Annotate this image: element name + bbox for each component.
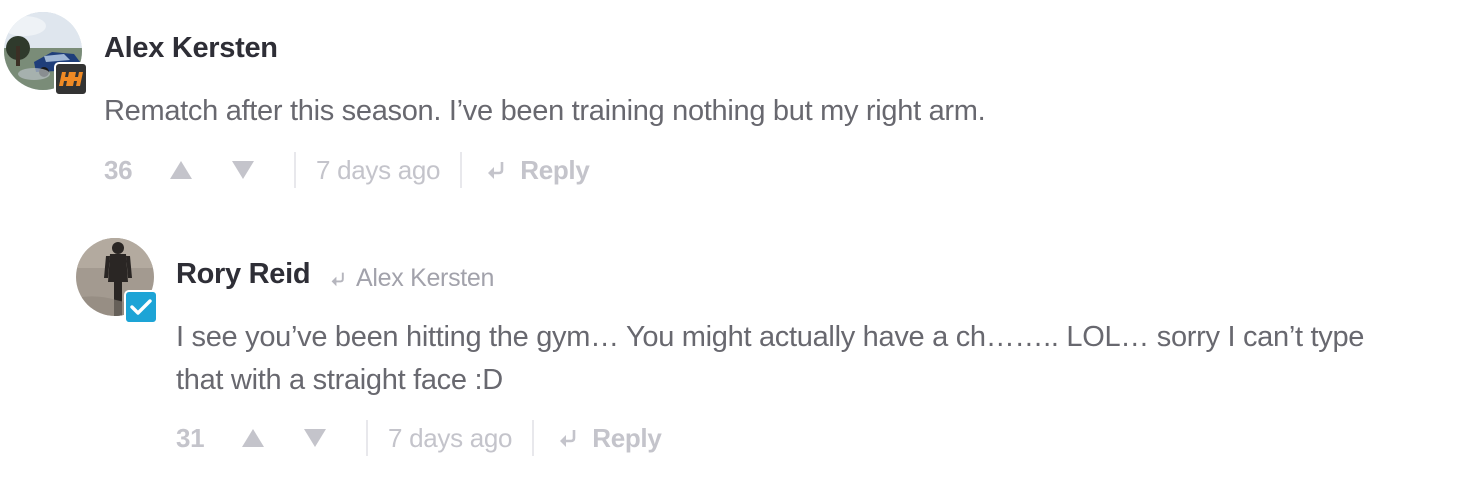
comment-timestamp[interactable]: 7 days ago xyxy=(388,423,513,454)
reply-label: Reply xyxy=(592,422,662,453)
reply-arrow-icon xyxy=(560,430,576,447)
downvote-icon xyxy=(232,161,254,179)
reply-button[interactable]: Reply xyxy=(486,154,590,186)
comment-actions: 31 7 days ago Reply xyxy=(176,420,662,456)
upvote-icon xyxy=(170,161,192,179)
divider xyxy=(294,152,296,188)
upvote-button[interactable] xyxy=(232,420,274,456)
verified-check-badge-icon xyxy=(124,290,158,324)
comment-author[interactable]: Rory Reid xyxy=(176,258,311,291)
divider xyxy=(460,152,463,188)
comment-author[interactable]: Alex Kersten xyxy=(104,32,278,65)
upvote-icon xyxy=(242,429,264,447)
comment-reply: Rory Reid Alex Kersten I see you’ve been… xyxy=(72,230,1452,470)
brand-logo-badge-icon xyxy=(54,62,88,96)
reply-to-author[interactable]: Alex Kersten xyxy=(356,264,494,293)
downvote-button[interactable] xyxy=(294,420,336,456)
reply-arrow-icon xyxy=(488,162,504,179)
comment-avatar[interactable] xyxy=(4,12,88,96)
divider xyxy=(366,420,368,456)
comment-text: I see you’ve been hitting the gym… You m… xyxy=(176,321,1365,396)
reply-button[interactable]: Reply xyxy=(558,422,662,454)
downvote-icon xyxy=(304,429,326,447)
reply-label: Reply xyxy=(520,154,590,185)
comment: Alex Kersten Rematch after this season. … xyxy=(0,0,1460,200)
vote-score: 36 xyxy=(104,154,133,185)
vote-score: 31 xyxy=(176,422,205,453)
divider xyxy=(532,420,535,456)
comment-text: Rematch after this season. I’ve been tra… xyxy=(104,95,986,127)
reply-to-indicator[interactable]: Alex Kersten xyxy=(330,264,494,293)
downvote-button[interactable] xyxy=(222,152,264,188)
comment-timestamp[interactable]: 7 days ago xyxy=(316,155,441,186)
comment-actions: 36 7 days ago Reply xyxy=(104,152,590,188)
upvote-button[interactable] xyxy=(160,152,202,188)
reply-arrow-icon xyxy=(331,272,344,286)
comment-avatar[interactable] xyxy=(76,238,158,324)
